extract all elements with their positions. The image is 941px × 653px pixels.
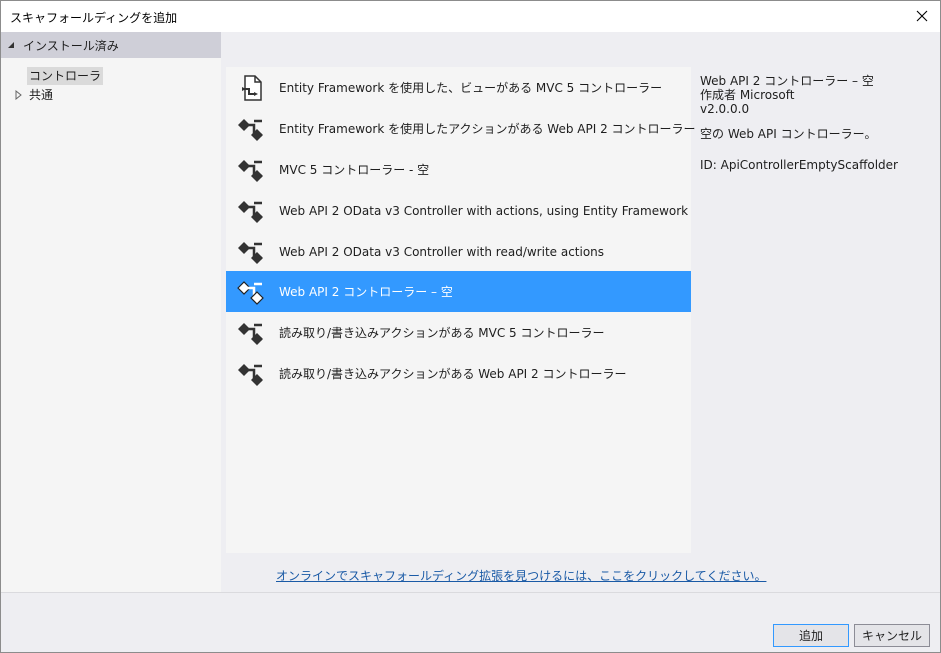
controller-icon bbox=[238, 322, 263, 345]
close-button[interactable] bbox=[910, 4, 934, 28]
list-item[interactable]: Entity Framework を使用した、ビューがある MVC 5 コントロ… bbox=[226, 67, 691, 108]
controller-icon bbox=[238, 118, 263, 141]
category-tree: インストール済み コントローラ 共通 bbox=[1, 32, 221, 592]
cancel-button[interactable]: キャンセル bbox=[854, 624, 930, 647]
add-button[interactable]: 追加 bbox=[773, 624, 849, 647]
list-item-label: Web API 2 OData v3 Controller with read/… bbox=[279, 244, 605, 259]
controller-icon bbox=[238, 241, 263, 264]
collapse-triangle-icon bbox=[8, 42, 14, 48]
controller-icon bbox=[238, 363, 263, 386]
list-item-selected[interactable]: Web API 2 コントローラー – 空 bbox=[226, 271, 691, 312]
details-panel: Web API 2 コントローラー – 空 作成者 Microsoft v2.0… bbox=[700, 74, 930, 172]
list-item[interactable]: MVC 5 コントローラー - 空 bbox=[226, 149, 691, 190]
list-item[interactable]: Entity Framework を使用したアクションがある Web API 2… bbox=[226, 108, 696, 149]
add-button-label: 追加 bbox=[798, 629, 823, 643]
details-description: 空の Web API コントローラー。 bbox=[700, 127, 877, 141]
tree-item-controller[interactable]: コントローラ bbox=[27, 67, 104, 85]
list-item[interactable]: 読み取り/書き込みアクションがある Web API 2 コントローラー bbox=[226, 353, 691, 394]
footer-divider bbox=[1, 592, 940, 593]
list-item[interactable]: Web API 2 OData v3 Controller with actio… bbox=[226, 190, 691, 231]
tree-item-label: 共通 bbox=[29, 88, 54, 102]
list-item-label: Web API 2 OData v3 Controller with actio… bbox=[279, 203, 689, 218]
tree-header-installed[interactable]: インストール済み bbox=[1, 32, 221, 58]
list-item-label: Entity Framework を使用したアクションがある Web API 2… bbox=[279, 122, 696, 136]
details-name: Web API 2 コントローラー – 空 bbox=[700, 74, 874, 88]
tree-item-common[interactable]: 共通 bbox=[27, 86, 55, 104]
list-item[interactable]: Web API 2 OData v3 Controller with read/… bbox=[226, 231, 691, 272]
online-extensions-link[interactable]: オンラインでスキャフォールディング拡張を見つけるには、ここをクリックしてください… bbox=[276, 567, 766, 584]
details-author: 作成者 Microsoft bbox=[700, 88, 795, 102]
list-item[interactable]: 読み取り/書き込みアクションがある MVC 5 コントローラー bbox=[226, 312, 691, 353]
add-scaffold-dialog: スキャフォールディングを追加 インストール済み コントローラ 共通 Entity… bbox=[0, 0, 941, 653]
document-controller-icon bbox=[242, 74, 262, 101]
details-version: v2.0.0.0 bbox=[700, 102, 750, 116]
scaffold-list: Entity Framework を使用した、ビューがある MVC 5 コントロ… bbox=[226, 67, 696, 553]
list-item-label: MVC 5 コントローラー - 空 bbox=[279, 163, 430, 177]
list-item-label: 読み取り/書き込みアクションがある Web API 2 コントローラー bbox=[279, 367, 627, 381]
controller-icon bbox=[238, 159, 263, 182]
details-id: ID: ApiControllerEmptyScaffolder bbox=[700, 158, 898, 172]
cancel-button-label: キャンセル bbox=[861, 629, 922, 643]
controller-icon bbox=[238, 200, 263, 223]
tree-item-label: コントローラ bbox=[29, 69, 102, 83]
close-icon bbox=[916, 10, 928, 22]
list-item-label: 読み取り/書き込みアクションがある MVC 5 コントローラー bbox=[279, 326, 605, 340]
dialog-title: スキャフォールディングを追加 bbox=[10, 11, 178, 25]
expand-triangle-icon[interactable] bbox=[15, 90, 23, 100]
title-bar: スキャフォールディングを追加 bbox=[1, 1, 940, 32]
controller-icon bbox=[237, 280, 264, 305]
list-item-label: Web API 2 コントローラー – 空 bbox=[279, 285, 453, 299]
tree-header-label: インストール済み bbox=[23, 38, 119, 53]
list-item-label: Entity Framework を使用した、ビューがある MVC 5 コントロ… bbox=[279, 81, 663, 95]
